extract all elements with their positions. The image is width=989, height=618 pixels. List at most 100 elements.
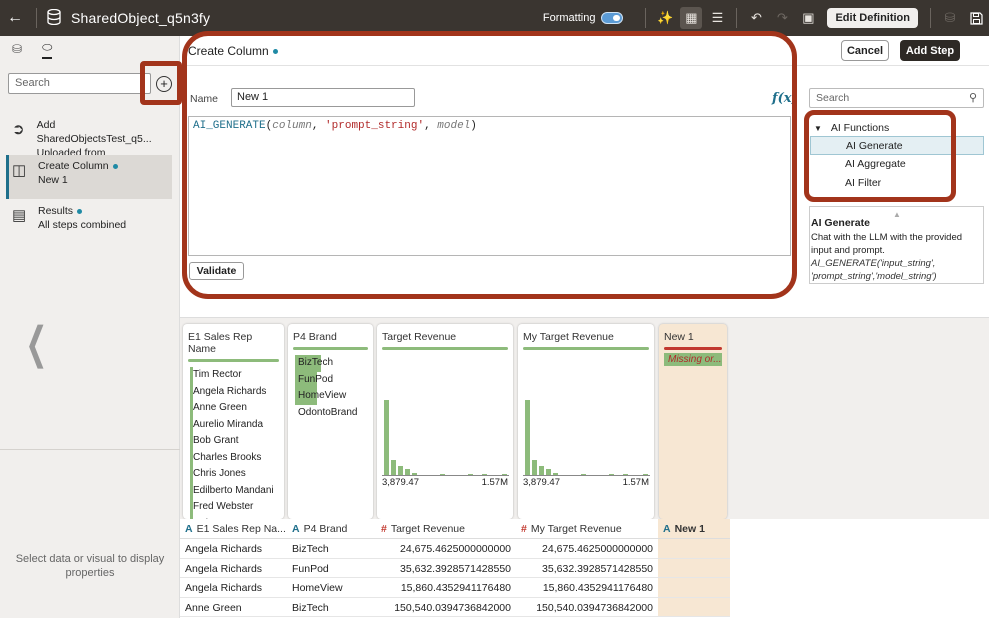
profile-card-sales-rep[interactable]: E1 Sales Rep Name Tim Rector Angela Richa… — [183, 324, 284, 519]
profile-quality-bar — [664, 347, 722, 350]
column-header[interactable]: A E1 Sales Rep Na... — [180, 519, 287, 539]
value-row[interactable]: Fred Webster — [188, 499, 279, 516]
save-icon[interactable] — [965, 7, 987, 29]
hist-max-label: 1.57M — [481, 477, 508, 488]
highlight-editor-outline — [182, 31, 797, 299]
value-row[interactable]: OdontoBrand — [293, 405, 368, 422]
sparkle-icon[interactable]: ✨ — [654, 7, 676, 29]
table-cell[interactable]: Anne Green — [180, 598, 287, 617]
value-row[interactable]: FunPod — [293, 371, 368, 388]
redo-icon[interactable]: ↷ — [771, 7, 793, 29]
histogram — [382, 394, 509, 476]
table-cell[interactable]: 35,632.3928571428550 — [376, 559, 516, 578]
table-cell[interactable] — [658, 597, 730, 617]
search-icon: ⚲ — [968, 92, 977, 104]
steps-tab-icon[interactable]: ⬭ — [42, 40, 53, 59]
dataset-icon — [47, 8, 65, 28]
column-header-label: Target Revenue — [390, 523, 465, 535]
column-header-label: E1 Sales Rep Na... — [196, 523, 286, 535]
table-cell[interactable]: 24,675.4625000000000 — [376, 539, 516, 559]
value-row[interactable]: BizTech — [293, 355, 368, 372]
help-syntax: AI_GENERATE('input_string', 'prompt_stri… — [811, 258, 937, 282]
collapse-chevron-icon[interactable]: ❮ — [25, 318, 47, 369]
table-cell[interactable]: 24,675.4625000000000 — [516, 539, 658, 559]
column-header[interactable]: A New 1 — [658, 519, 730, 539]
profile-card-new-1[interactable]: New 1 Missing or... — [659, 324, 727, 519]
profile-card-title: My Target Revenue — [523, 331, 614, 343]
histogram-bar — [525, 400, 530, 475]
database-icon[interactable]: ⛁ — [939, 7, 961, 29]
formatting-toggle[interactable] — [601, 12, 624, 24]
table-cell[interactable]: 15,860.4352941176480 — [376, 578, 516, 598]
step-create-column[interactable]: ◫ Create Column New 1 — [6, 155, 172, 199]
value-row[interactable]: Charles Brooks — [188, 449, 279, 466]
back-arrow-icon[interactable]: ← — [0, 9, 30, 27]
data-tab-icon[interactable]: ⛁ — [12, 42, 22, 56]
value-label: Anne Green — [193, 402, 247, 413]
left-panel: ⛁ ⬭ Search + ➲ Add SharedObjectsTest_q5.… — [0, 36, 180, 618]
panel-search-input[interactable]: Search — [8, 73, 151, 94]
column-type-icon: A — [185, 523, 193, 535]
cancel-button[interactable]: Cancel — [841, 40, 889, 61]
table-cell[interactable] — [658, 578, 730, 598]
list-view-icon[interactable]: ☰ — [706, 7, 728, 29]
histogram-bar — [502, 474, 507, 475]
table-cell[interactable]: 15,860.4352941176480 — [516, 578, 658, 598]
profile-quality-bar — [188, 359, 279, 362]
column-header[interactable]: A P4 Brand — [287, 519, 376, 539]
profile-card-title: P4 Brand — [293, 331, 337, 343]
value-row[interactable]: HomeView — [293, 388, 368, 405]
table-view-icon[interactable]: ▦ — [680, 7, 703, 29]
profile-card-my-target-revenue[interactable]: My Target Revenue 3,879.47 1.57M — [518, 324, 654, 519]
histogram-bar — [581, 474, 586, 475]
value-label: Edilberto Mandani — [193, 484, 274, 496]
table-cell[interactable]: 150,540.0394736842000 — [376, 598, 516, 617]
histogram-bar — [623, 474, 628, 475]
histogram-bar — [532, 460, 537, 475]
profile-card-brand[interactable]: P4 Brand BizTech FunPod HomeView OdontoBran… — [288, 324, 373, 519]
profile-card-title: New 1 — [664, 331, 694, 343]
histogram — [523, 394, 650, 476]
undo-icon[interactable]: ↶ — [745, 7, 767, 29]
table-cell[interactable]: HomeView — [287, 578, 376, 598]
edit-definition-button[interactable]: Edit Definition — [827, 8, 918, 28]
column-header[interactable]: # Target Revenue — [376, 519, 516, 539]
add-step-button[interactable]: Add Step — [900, 40, 960, 61]
hist-max-label: 1.57M — [622, 477, 649, 488]
value-row[interactable]: Bob Grant — [188, 433, 279, 450]
preview-icon[interactable]: ▣ — [797, 7, 819, 29]
profile-card-target-revenue[interactable]: Target Revenue 3,879.47 1.57M — [377, 324, 513, 519]
step-add-data[interactable]: ➲ Add SharedObjectsTest_q5... Uploaded f… — [6, 114, 172, 173]
table-cell[interactable]: 150,540.0394736842000 — [516, 598, 658, 617]
value-row[interactable]: Edilberto Mandani — [188, 482, 279, 499]
table-cell[interactable] — [658, 558, 730, 578]
value-row[interactable]: Anne Green — [188, 400, 279, 417]
table-cell[interactable]: Angela Richards — [180, 539, 287, 559]
table-cell[interactable]: FunPod — [287, 559, 376, 578]
table-cell[interactable] — [658, 539, 730, 559]
hist-min-label: 3,879.47 — [382, 477, 419, 488]
histogram-bar — [391, 460, 396, 475]
histogram-bar — [468, 474, 473, 475]
column-header[interactable]: # My Target Revenue — [516, 519, 658, 539]
header-divider — [930, 8, 931, 28]
value-row[interactable]: Tim Rector — [188, 367, 279, 384]
value-row[interactable]: Aurelio Miranda — [188, 416, 279, 433]
function-search-input[interactable]: Search ⚲ — [809, 88, 984, 108]
histogram-bar — [609, 474, 614, 475]
table-cell[interactable]: BizTech — [287, 598, 376, 617]
column-header-label: My Target Revenue — [530, 523, 622, 535]
create-column-icon: ◫ — [12, 162, 27, 179]
step-results[interactable]: ▤ Results All steps combined — [6, 200, 172, 244]
value-list: BizTech FunPod HomeView OdontoBrand — [293, 355, 368, 421]
table-cell[interactable]: 35,632.3928571428550 — [516, 559, 658, 578]
panel-divider — [0, 449, 180, 450]
table-cell[interactable]: Angela Richards — [180, 578, 287, 598]
histogram-bar — [482, 474, 487, 475]
header-divider — [36, 8, 37, 28]
histogram-bar — [384, 400, 389, 475]
value-row[interactable]: Angela Richards — [188, 383, 279, 400]
table-cell[interactable]: BizTech — [287, 539, 376, 559]
value-row[interactable]: Chris Jones — [188, 466, 279, 483]
table-cell[interactable]: Angela Richards — [180, 559, 287, 578]
